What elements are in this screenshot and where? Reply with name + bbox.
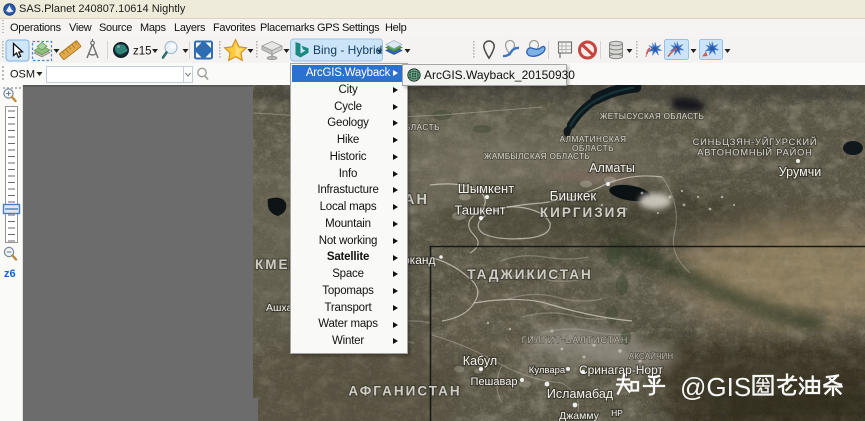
svg-text:Бишкек: Бишкек <box>550 189 597 204</box>
svg-text:ЖАМБЫЛСКАЯ ОБЛАСТЬ: ЖАМБЫЛСКАЯ ОБЛАСТЬ <box>484 152 590 161</box>
svg-text:Пешавар: Пешавар <box>471 376 518 388</box>
svg-text:НР: НР <box>611 408 623 418</box>
svg-text:z15: z15 <box>133 46 152 58</box>
svg-text:ЖЕТЫСУСКАЯ ОБЛАСТЬ: ЖЕТЫСУСКАЯ ОБЛАСТЬ <box>600 112 704 121</box>
svg-text:АВТОНОМНЫЙ РАЙОН: АВТОНОМНЫЙ РАЙОН <box>697 147 812 158</box>
svg-text:z6: z6 <box>4 268 16 280</box>
svg-text:АФГАНИСТАН: АФГАНИСТАН <box>348 384 461 399</box>
svg-text:СИНЬЦЗЯН-УЙГУРСКИЙ: СИНЬЦЗЯН-УЙГУРСКИЙ <box>693 136 818 147</box>
svg-text:АКСАЙЧИН: АКСАЙЧИН <box>629 350 674 361</box>
svg-text:Ташкент: Ташкент <box>454 203 505 218</box>
svg-text:ТАДЖИКИСТАН: ТАДЖИКИСТАН <box>467 267 592 282</box>
svg-text:КИРГИЗИЯ: КИРГИЗИЯ <box>540 205 628 220</box>
svg-text:Джамму: Джамму <box>559 410 600 421</box>
svg-text:ГИЛГИТ-БАЛТИСТАН: ГИЛГИТ-БАЛТИСТАН <box>522 335 629 345</box>
svg-text:Кабул: Кабул <box>463 354 497 368</box>
svg-text:Шымкент: Шымкент <box>458 181 514 196</box>
svg-text:Алматы: Алматы <box>589 161 635 175</box>
svg-text:Кулвара: Кулвара <box>529 365 566 376</box>
svg-text:@GIS: @GIS <box>680 372 751 400</box>
svg-text:Ашха: Ашха <box>266 302 293 314</box>
svg-text:OSM: OSM <box>10 69 35 81</box>
svg-text:Исламабад: Исламабад <box>547 387 614 401</box>
svg-text:Урумчи: Урумчи <box>779 165 821 179</box>
svg-text:АЛМАТИНСКАЯ: АЛМАТИНСКАЯ <box>559 135 626 144</box>
svg-text:Bing - Hybrid: Bing - Hybrid <box>313 43 382 57</box>
